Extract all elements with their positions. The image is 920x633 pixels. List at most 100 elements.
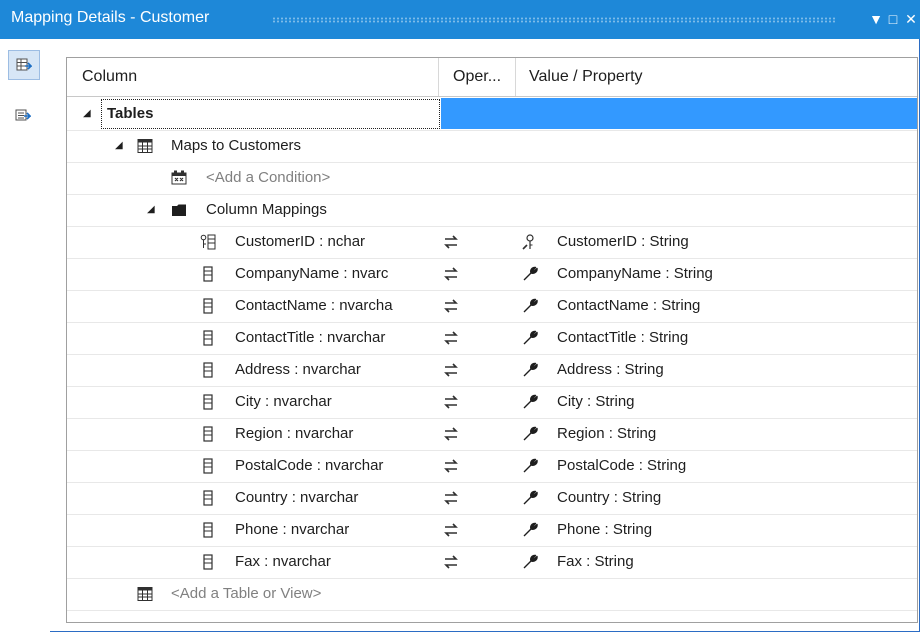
header-divider[interactable] <box>438 58 439 96</box>
table-icon <box>137 587 153 601</box>
mapping-row[interactable]: Address : nvarchar Address : String <box>67 354 917 387</box>
column-icon <box>200 490 216 506</box>
mapping-operator-icon[interactable] <box>443 458 459 474</box>
column-icon <box>200 554 216 570</box>
mapping-row[interactable]: PostalCode : nvarchar PostalCode : String <box>67 450 917 483</box>
tree-row-table-mapping[interactable]: ◢ Maps to Customers <box>67 130 917 163</box>
mapping-operator-icon[interactable] <box>443 426 459 442</box>
mapping-column-cell[interactable]: ContactName : nvarcha <box>235 290 440 322</box>
condition-icon <box>171 170 187 185</box>
mapping-column-cell[interactable]: Region : nvarchar <box>235 418 440 450</box>
mapping-column-cell[interactable]: Country : nvarchar <box>235 482 440 514</box>
mapping-operator-icon[interactable] <box>443 362 459 378</box>
mapping-column-cell[interactable]: Fax : nvarchar <box>235 546 440 578</box>
title-bar-grip[interactable] <box>272 17 836 23</box>
mapping-property-cell[interactable]: Country : String <box>557 482 661 514</box>
wrench-icon <box>522 554 538 570</box>
tables-label: Tables <box>107 105 154 122</box>
mapping-column-cell[interactable]: Phone : nvarchar <box>235 514 440 546</box>
column-mappings-label: Column Mappings <box>206 201 327 218</box>
column-icon <box>200 458 216 474</box>
header-divider[interactable] <box>515 58 516 96</box>
mapping-row[interactable]: Phone : nvarchar Phone : String <box>67 514 917 547</box>
mapping-operator-icon[interactable] <box>443 490 459 506</box>
wrench-icon <box>522 426 538 442</box>
mapping-operator-icon[interactable] <box>443 330 459 346</box>
wrench-icon <box>522 522 538 538</box>
tree-row-column-mappings[interactable]: ◢ Column Mappings <box>67 194 917 227</box>
mapping-column-cell[interactable]: ContactTitle : nvarchar <box>235 322 440 354</box>
mapping-property-cell[interactable]: CompanyName : String <box>557 258 713 290</box>
table-icon <box>137 139 153 153</box>
table-mapping-label: Maps to Customers <box>171 137 302 154</box>
title-bar[interactable]: Mapping Details - Customer ▼ □ ✕ <box>0 0 920 39</box>
wrench-icon <box>522 266 538 282</box>
mapping-property-cell[interactable]: ContactTitle : String <box>557 322 688 354</box>
mapping-column-cell[interactable]: CustomerID : nchar <box>235 226 440 258</box>
add-table-placeholder[interactable]: <Add a Table or View> <box>171 578 321 610</box>
maximize-icon[interactable]: □ <box>884 9 902 29</box>
mapping-column-cell[interactable]: PostalCode : nvarchar <box>235 450 440 482</box>
wrench-icon <box>522 298 538 314</box>
mapping-row[interactable]: Region : nvarchar Region : String <box>67 418 917 451</box>
close-icon[interactable]: ✕ <box>902 9 920 29</box>
tree-row-add-condition[interactable]: <Add a Condition> <box>67 162 917 195</box>
mapping-row[interactable]: City : nvarchar City : String <box>67 386 917 419</box>
mapping-operator-icon[interactable] <box>443 554 459 570</box>
mapping-row[interactable]: Country : nvarchar Country : String <box>67 482 917 515</box>
mapping-property-cell[interactable]: Fax : String <box>557 546 634 578</box>
mapping-row[interactable]: CustomerID : nchar CustomerID : String <box>67 226 917 259</box>
tree-row-tables[interactable]: ◢ Tables <box>67 98 917 131</box>
left-toolbar <box>0 39 50 633</box>
switch-view-button[interactable] <box>8 101 38 129</box>
mapping-view-icon <box>16 58 32 71</box>
column-icon <box>200 394 216 410</box>
wrench-icon <box>522 490 538 506</box>
mapping-property-cell[interactable]: City : String <box>557 386 635 418</box>
primary-key-column-icon <box>200 234 216 250</box>
mapping-row[interactable]: CompanyName : nvarc CompanyName : String <box>67 258 917 291</box>
mapping-property-cell[interactable]: PostalCode : String <box>557 450 686 482</box>
collapse-triangle-icon[interactable]: ◢ <box>115 130 123 162</box>
selection-highlight <box>441 98 917 129</box>
mapping-operator-icon[interactable] <box>443 394 459 410</box>
mapping-property-cell[interactable]: Region : String <box>557 418 656 450</box>
key-property-icon <box>522 234 538 250</box>
column-header-column[interactable]: Column <box>82 68 137 86</box>
switch-view-icon <box>15 109 31 121</box>
mapping-operator-icon[interactable] <box>443 234 459 250</box>
mapping-property-cell[interactable]: ContactName : String <box>557 290 700 322</box>
collapse-triangle-icon[interactable]: ◢ <box>83 98 91 130</box>
mapping-property-cell[interactable]: Address : String <box>557 354 664 386</box>
mapping-row[interactable]: ContactName : nvarcha ContactName : Strin… <box>67 290 917 323</box>
wrench-icon <box>522 330 538 346</box>
wrench-icon <box>522 362 538 378</box>
add-condition-placeholder[interactable]: <Add a Condition> <box>206 162 330 194</box>
tree-row-add-table[interactable]: <Add a Table or View> <box>67 578 917 611</box>
wrench-icon <box>522 394 538 410</box>
wrench-icon <box>522 458 538 474</box>
mapping-column-cell[interactable]: CompanyName : nvarc <box>235 258 440 290</box>
mapping-operator-icon[interactable] <box>443 522 459 538</box>
column-icon <box>200 522 216 538</box>
column-header-value[interactable]: Value / Property <box>529 68 643 86</box>
mapping-column-cell[interactable]: Address : nvarchar <box>235 354 440 386</box>
mapping-operator-icon[interactable] <box>443 298 459 314</box>
column-icon <box>200 426 216 442</box>
mapping-row[interactable]: Fax : nvarchar Fax : String <box>67 546 917 579</box>
mapping-property-cell[interactable]: CustomerID : String <box>557 226 689 258</box>
mapping-operator-icon[interactable] <box>443 266 459 282</box>
window-menu-icon[interactable]: ▼ <box>867 9 885 29</box>
mapping-grid[interactable]: Column Oper... Value / Property ◢ Tables… <box>66 57 918 623</box>
mapping-column-cell[interactable]: City : nvarchar <box>235 386 440 418</box>
collapse-triangle-icon[interactable]: ◢ <box>147 194 155 226</box>
mapping-row[interactable]: ContactTitle : nvarchar ContactTitle : St… <box>67 322 917 355</box>
column-header-operator[interactable]: Oper... <box>453 68 501 86</box>
column-icon <box>200 330 216 346</box>
mapping-property-cell[interactable]: Phone : String <box>557 514 652 546</box>
grid-header: Column Oper... Value / Property <box>67 58 917 97</box>
mapping-view-button[interactable] <box>8 50 40 80</box>
column-icon <box>200 266 216 282</box>
column-icon <box>200 362 216 378</box>
folder-icon <box>172 204 186 216</box>
